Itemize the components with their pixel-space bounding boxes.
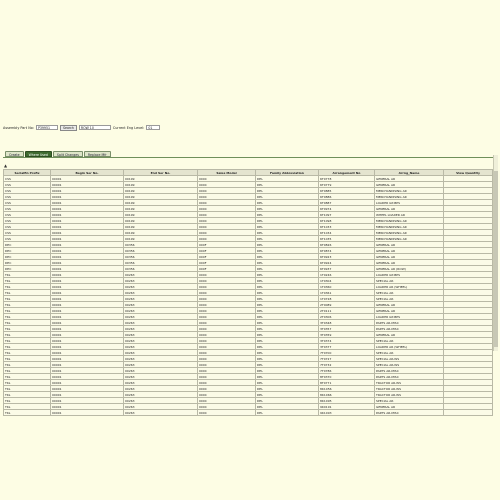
table-row[interactable]: TKL 00001 00263 000C DEL 9K1093 PARTS AR-MISC [3,409,493,416]
table-cell: 9K1093 [318,409,375,416]
table-body: CSS 00001 00199 000C DEL 6T0778 GENERAL AR CSS 0… [3,175,493,416]
table-cell: 00263 [123,409,198,416]
scrollbar-thumb[interactable] [494,171,498,347]
table-cell: PARTS AR-MISC [374,409,444,416]
part-number-input[interactable]: P39951 [35,125,58,130]
search-button[interactable]: Search [59,124,77,131]
where-used-grid: Serialfin Prefix Begin Ser No. End Ser N… [3,169,493,416]
table-cell [443,409,493,416]
current-eng-level-input[interactable]: 01 [146,125,161,130]
table-cell: 000C [197,409,256,416]
current-eng-level-label: Current Eng Level: [112,125,145,130]
table-cell: DEL [255,409,319,416]
tab-divider [3,157,493,158]
part-number-label: Assembly Part No: [3,125,34,130]
engineering-level-select[interactable]: ROW 10 [78,125,111,130]
table-cell: TKL [3,409,51,416]
where-used-table: Serialfin Prefix Begin Ser No. End Ser N… [3,169,493,416]
sort-marker-icon[interactable]: ▲ [4,163,7,168]
table-cell: 00001 [50,409,124,416]
assembly-search-bar: Assembly Part No: P39951 Search ROW 10 C… [3,124,161,131]
vertical-scrollbar[interactable] [493,155,498,351]
